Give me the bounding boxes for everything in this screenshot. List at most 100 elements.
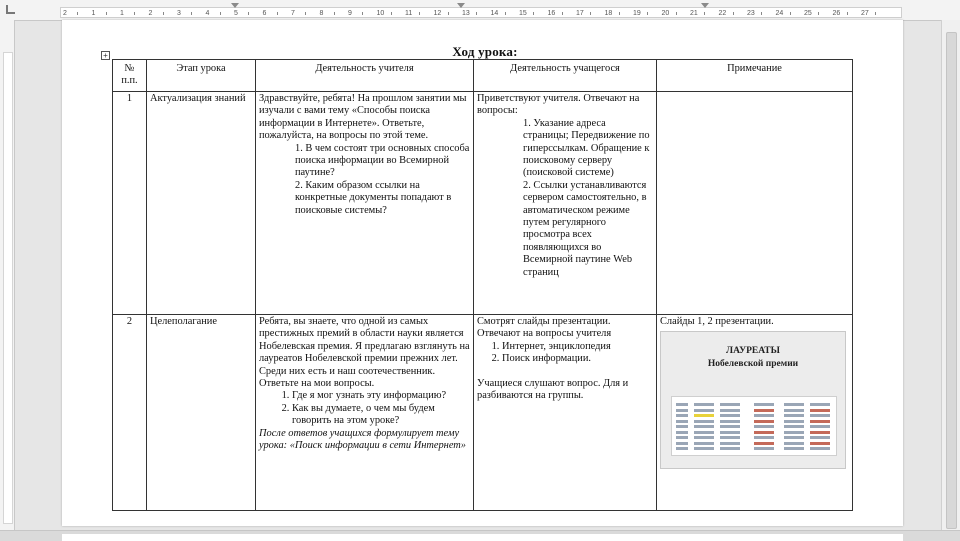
- ruler-tick: [704, 12, 706, 15]
- teacher-question: Где я мог узнать эту информацию?: [292, 390, 470, 402]
- slide-table-cell: [720, 419, 740, 423]
- student-answer: Поиск информации.: [502, 353, 653, 365]
- ruler-tick: [219, 12, 221, 15]
- ruler-number: 1: [91, 10, 96, 17]
- ruler-tick: [276, 12, 278, 15]
- slide-table-cell: [676, 425, 688, 429]
- ruler-tick: [590, 12, 592, 15]
- slide-table-cell: [676, 436, 688, 440]
- column-header: Деятельность учащегося: [473, 59, 657, 92]
- ruler-number: 10: [376, 10, 385, 17]
- slide-table-cell: [676, 430, 688, 434]
- ruler-tick: [105, 12, 107, 15]
- slide-table-cell: [720, 403, 740, 407]
- column-header: № п.п.: [112, 59, 147, 92]
- ruler-number: 23: [747, 10, 755, 17]
- ruler-number: 16: [547, 10, 556, 17]
- slide-table-cell: [676, 408, 688, 412]
- slide-table-cell: [694, 436, 714, 440]
- stage-cell[interactable]: Целеполагание: [146, 314, 256, 511]
- teacher-intro-text: Ребята, вы знаете, что одной из самых пр…: [259, 316, 470, 390]
- slide-table-cell: [810, 414, 830, 418]
- slide-table-cell: [784, 436, 804, 440]
- slide-table-cell: [810, 436, 830, 440]
- ruler-number: 3: [177, 10, 181, 17]
- ruler-number: 24: [775, 10, 784, 17]
- ruler-number: 12: [433, 10, 442, 17]
- slide-table-cell: [694, 408, 714, 412]
- ruler-tick: [191, 12, 193, 15]
- slide-table-cell: [676, 441, 688, 445]
- student-activity-cell[interactable]: Смотрят слайды презентации. Отвечают на …: [473, 314, 657, 511]
- vertical-ruler[interactable]: [0, 20, 15, 540]
- slide-table-cell: [720, 408, 740, 412]
- slide-table-cell: [754, 447, 774, 451]
- slide-table-cell: [784, 414, 804, 418]
- slide-table-cell: [784, 419, 804, 423]
- slide-table-cell: [720, 430, 740, 434]
- column-header: Деятельность учителя: [255, 59, 474, 92]
- student-activity-cell[interactable]: Приветствуют учителя. Отвечают на вопрос…: [473, 91, 657, 315]
- ruler-tick: [419, 12, 421, 15]
- ruler-number: 9: [348, 10, 352, 17]
- slide-table-cell: [754, 408, 774, 412]
- note-cell[interactable]: Слайды 1, 2 презентации. ЛАУРЕАТЫ Нобелев…: [656, 314, 853, 511]
- ruler-tick: [618, 12, 620, 15]
- ruler-tick: [561, 12, 563, 15]
- slide-table-cell: [784, 441, 804, 445]
- slide-table-cell: [694, 441, 714, 445]
- slide-table-cell: [694, 447, 714, 451]
- vertical-scrollbar[interactable]: [941, 20, 960, 540]
- slide-laureates-table: [671, 396, 837, 457]
- ruler-tick: [533, 12, 535, 15]
- ruler-tick: [248, 12, 250, 15]
- ruler-tick: [476, 12, 478, 15]
- ruler-tick: [732, 12, 734, 15]
- ruler-tick: [134, 12, 136, 15]
- ruler-tick: [447, 12, 449, 15]
- note-cell[interactable]: [656, 91, 853, 315]
- row-number[interactable]: 2: [112, 314, 147, 511]
- student-outro-text: Учащиеся слушают вопрос. Для и разбивают…: [477, 377, 629, 402]
- column-marker-icon[interactable]: [457, 3, 465, 8]
- teacher-activity-cell[interactable]: Здравствуйте, ребята! На прошлом занятии…: [255, 91, 474, 315]
- slide-table-cell: [720, 436, 740, 440]
- slide-table-cell: [720, 425, 740, 429]
- stage-cell[interactable]: Актуализация знаний: [146, 91, 256, 315]
- slide-table-cell: [694, 403, 714, 407]
- student-answer: Интернет, энциклопедия: [502, 341, 653, 353]
- column-header: Примечание: [656, 59, 853, 92]
- ruler-scale[interactable]: 2 1 1 2 3 4 5 6 7 8 9 10 11 12 13 14 15 16 17 18 19 20 21 22 23 2…: [60, 3, 902, 18]
- slide-table-cell: [810, 441, 830, 445]
- slide-table-cell: [784, 447, 804, 451]
- ruler-number: 14: [490, 10, 499, 17]
- horizontal-ruler[interactable]: 2 1 1 2 3 4 5 6 7 8 9 10 11 12 13 14 15 16 17 18 19 20 21 22 23 2…: [0, 0, 960, 21]
- slide-table-cell: [676, 414, 688, 418]
- slide-table-cell: [720, 441, 740, 445]
- teacher-question: 2. Каким образом ссылки на конкретные до…: [295, 179, 452, 216]
- slide-thumbnail-image: ЛАУРЕАТЫ Нобелевской премии: [660, 331, 846, 470]
- lesson-table[interactable]: № п.п. Этап урока Деятельность учителя Д…: [112, 59, 853, 511]
- ruler-tick: [362, 12, 364, 15]
- scrollbar-thumb[interactable]: [946, 32, 957, 529]
- ruler-number: 4: [205, 10, 210, 17]
- slide-table-cell: [810, 419, 830, 423]
- slide-table-cell: [784, 403, 804, 407]
- ruler-tick: [818, 12, 820, 15]
- student-intro-text: Смотрят слайды презентации. Отвечают на …: [477, 316, 612, 340]
- tab-selector-icon[interactable]: [6, 5, 15, 14]
- row-number[interactable]: 1: [112, 91, 147, 315]
- table-row: 1 Актуализация знаний Здравствуйте, ребя…: [112, 91, 853, 315]
- column-marker-icon[interactable]: [701, 3, 709, 8]
- ruler-tick: [333, 12, 335, 15]
- ruler-number: 15: [519, 10, 527, 17]
- slide-table-cell: [754, 436, 774, 440]
- teacher-activity-cell[interactable]: Ребята, вы знаете, что одной из самых пр…: [255, 314, 474, 511]
- slide-table-cell: [694, 425, 714, 429]
- note-text: Слайды 1, 2 презентации.: [660, 316, 774, 327]
- student-intro-text: Приветствуют учителя. Отвечают на вопрос…: [477, 93, 640, 117]
- document-heading: Ход урока:: [452, 44, 518, 59]
- ruler-number: 13: [462, 10, 470, 17]
- student-answer: 1. Указание адреса страницы; Передвижени…: [523, 117, 650, 179]
- indent-marker-icon[interactable]: [231, 3, 239, 8]
